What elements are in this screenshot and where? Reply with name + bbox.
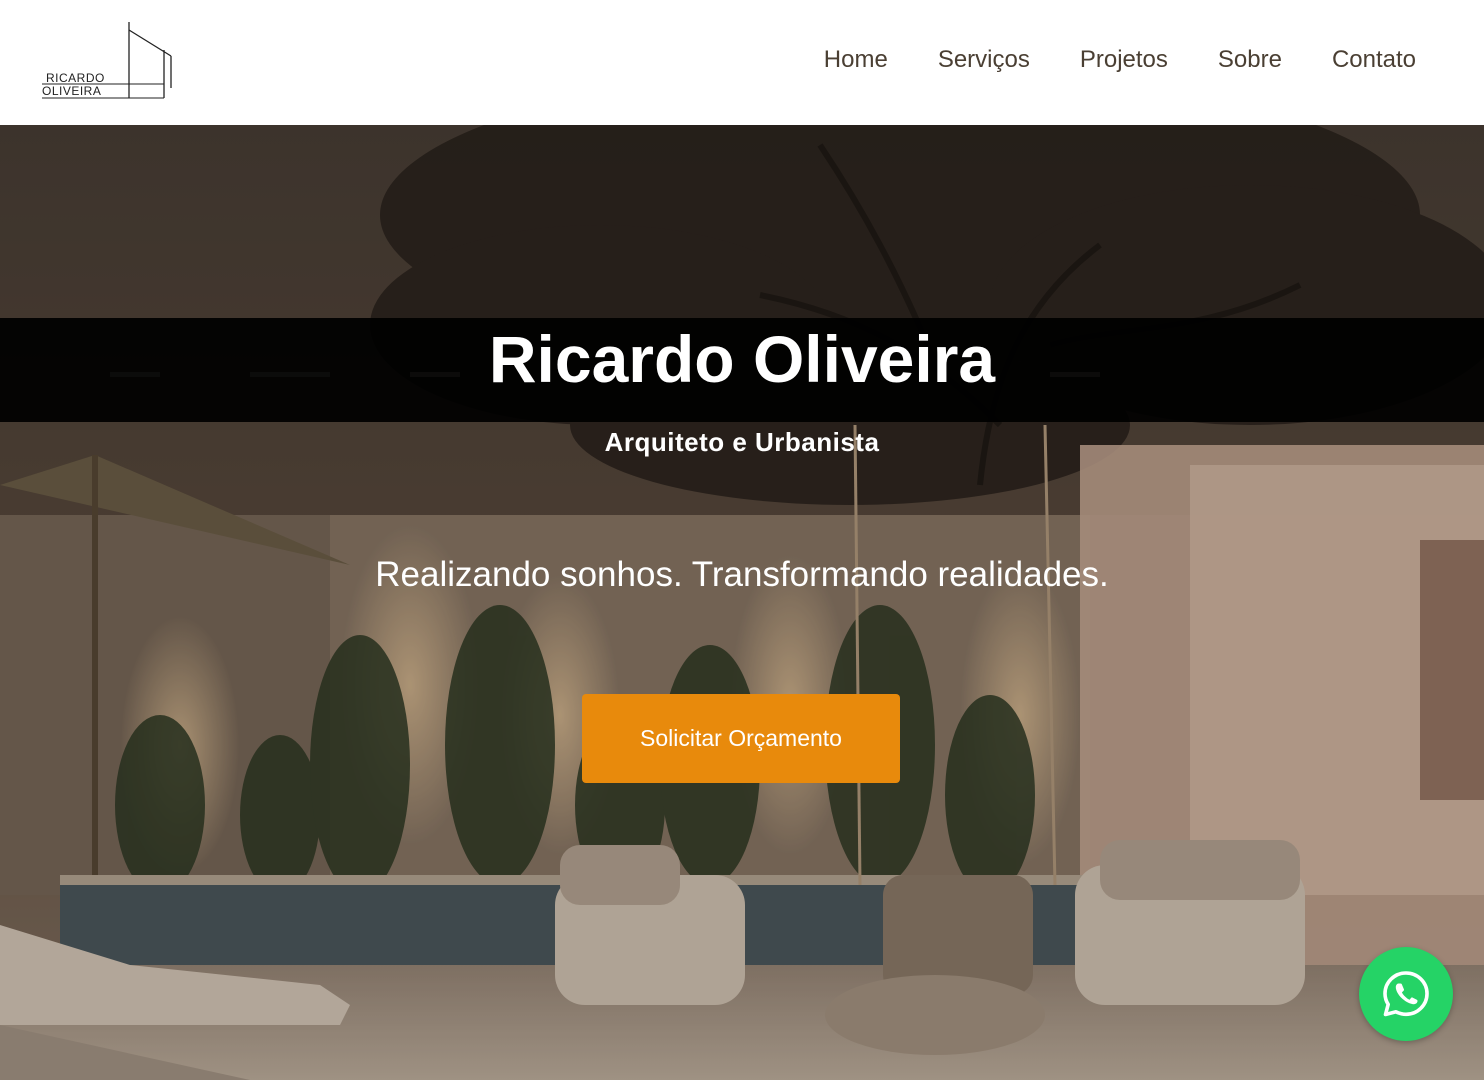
hero-section: Ricardo Oliveira Arquiteto e Urbanista R… xyxy=(0,125,1484,1080)
nav-contato[interactable]: Contato xyxy=(1332,44,1416,76)
hero-tagline: Realizando sonhos. Transformando realida… xyxy=(375,555,1109,594)
nav-servicos[interactable]: Serviços xyxy=(938,44,1030,76)
hero-title: Ricardo Oliveira xyxy=(488,322,996,396)
logo-text-ricardo: RICARDO xyxy=(46,71,105,85)
whatsapp-button[interactable] xyxy=(1359,947,1453,1041)
main-nav: Home Serviços Projetos Sobre Contato xyxy=(774,44,1416,76)
whatsapp-icon xyxy=(1383,971,1429,1017)
nav-sobre[interactable]: Sobre xyxy=(1218,44,1282,76)
nav-home[interactable]: Home xyxy=(824,44,888,76)
hero-subtitle: Arquiteto e Urbanista xyxy=(604,427,880,457)
nav-projetos[interactable]: Projetos xyxy=(1080,44,1168,76)
site-header: RICARDO OLIVEIRA Home Serviços Projetos … xyxy=(0,0,1484,125)
logo[interactable]: RICARDO OLIVEIRA xyxy=(38,20,178,102)
logo-text-oliveira: OLIVEIRA xyxy=(42,84,102,98)
request-quote-button[interactable]: Solicitar Orçamento xyxy=(582,694,900,783)
hero-background-image xyxy=(0,125,1484,1080)
